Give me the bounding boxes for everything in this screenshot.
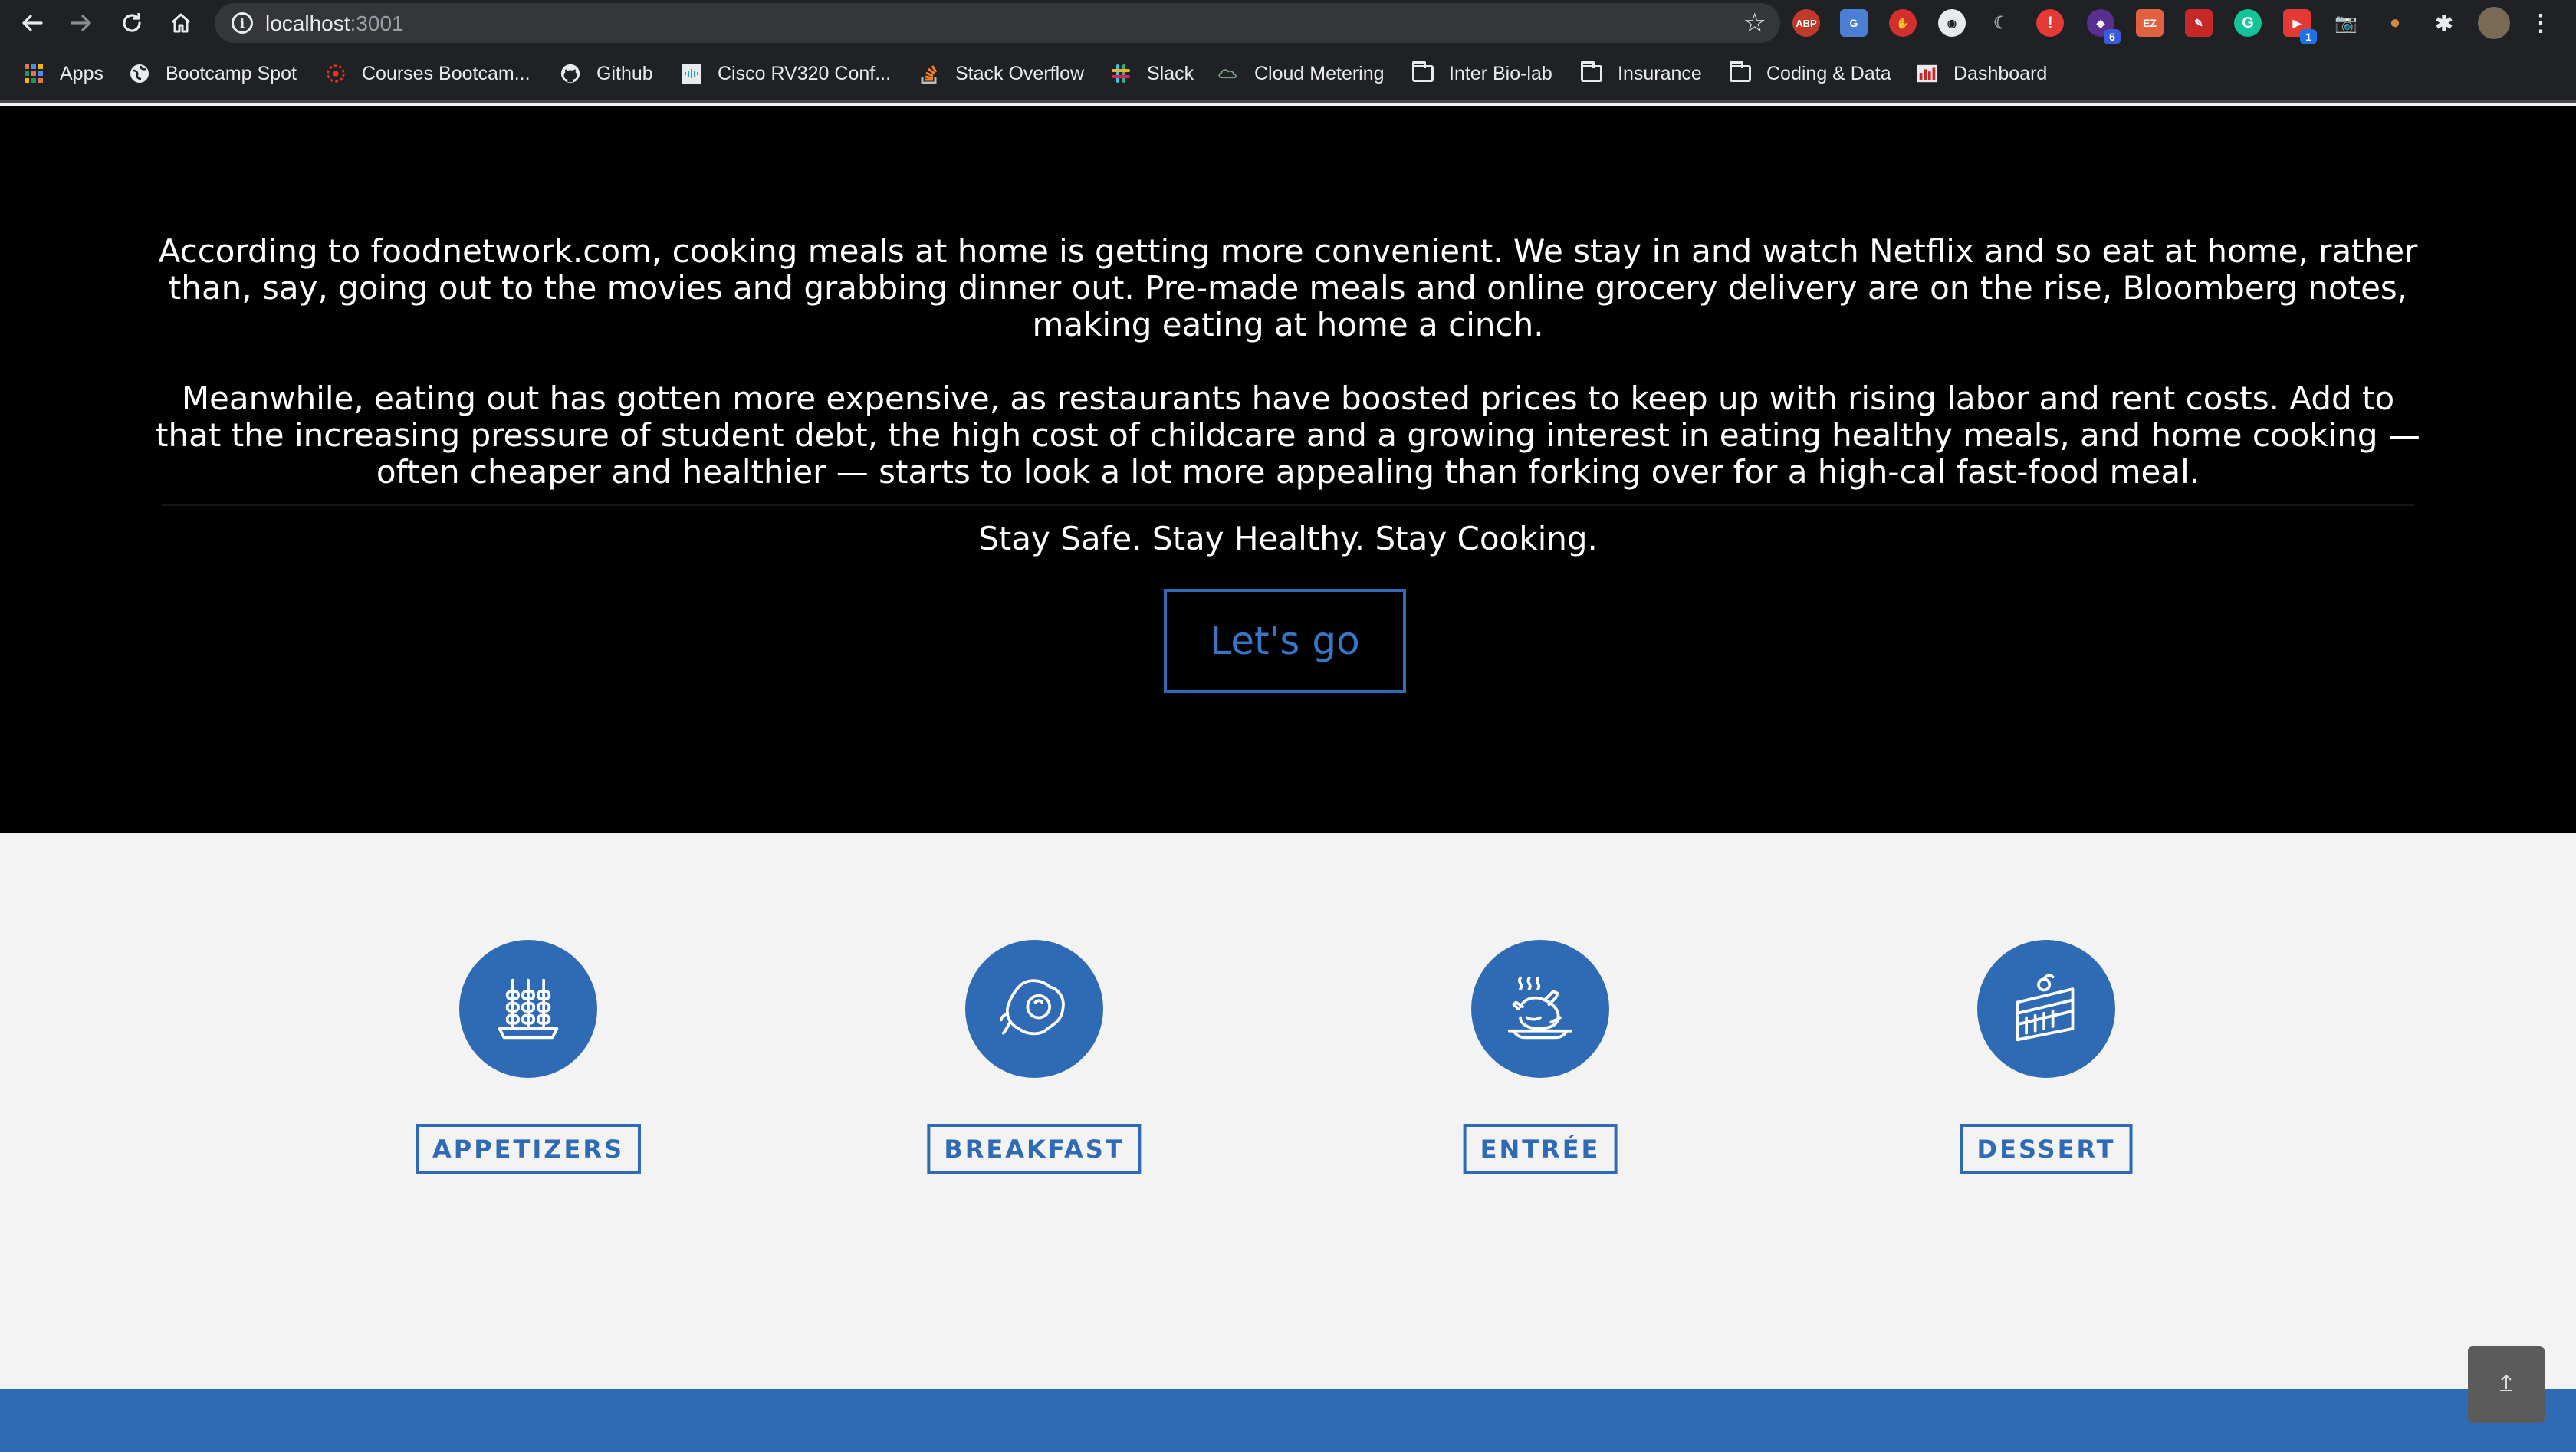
category-breakfast: BREAKFAST <box>904 940 1165 1178</box>
puzzle-extensions-icon[interactable]: ✱ <box>2430 9 2458 37</box>
roast-chicken-icon[interactable] <box>1471 940 1609 1078</box>
bookmark-star-icon[interactable]: ☆ <box>1743 8 1766 38</box>
hero-divider <box>161 504 2415 506</box>
url-text: localhost:3001 <box>265 11 404 36</box>
lets-go-button[interactable]: Let's go <box>1164 589 1406 693</box>
video-extension-badge: 1 <box>2300 29 2317 44</box>
grammarly-icon[interactable]: G <box>2234 9 2262 37</box>
bookmark-label: Github <box>596 62 653 84</box>
category-dessert: DESSERT <box>1916 940 2177 1178</box>
bookmark-cisco-rv320[interactable]: Cisco RV320 Conf... <box>681 60 891 87</box>
bookmark-apps[interactable]: Apps <box>23 60 104 87</box>
stop-hand-icon[interactable]: ✋ <box>1889 9 1917 37</box>
bookmark-dashboard[interactable]: Dashboard <box>1917 60 2047 87</box>
back-arrow-icon[interactable] <box>14 5 51 41</box>
menu-dots-icon[interactable]: ⋮ <box>2527 9 2555 37</box>
appetizers-button[interactable]: APPETIZERS <box>415 1124 642 1174</box>
forward-arrow-icon[interactable] <box>63 5 100 41</box>
bookmark-stack-overflow[interactable]: Stack Overflow <box>918 60 1084 87</box>
breakfast-button[interactable]: BREAKFAST <box>927 1124 1142 1174</box>
bookmark-bootcamp-spot[interactable]: Bootcamp Spot <box>129 60 297 87</box>
globe-icon <box>129 63 150 84</box>
bookmark-github[interactable]: Github <box>560 60 653 87</box>
adblock-plus-label: ABP <box>1796 17 1817 29</box>
bookmark-inter-bio-lab[interactable]: Inter Bio-lab <box>1412 60 1552 87</box>
github-icon <box>560 63 581 84</box>
bookmark-label: Inter Bio-lab <box>1449 62 1552 84</box>
fried-egg-icon[interactable] <box>965 940 1103 1078</box>
bookmark-label: Insurance <box>1618 62 1702 84</box>
bookmark-label: Courses Bootcam... <box>362 62 531 84</box>
category-appetizers: APPETIZERS <box>398 940 659 1178</box>
reload-icon[interactable] <box>113 5 150 41</box>
purple-extension-badge: 6 <box>2104 29 2121 44</box>
bookmark-insurance[interactable]: Insurance <box>1581 60 1702 87</box>
cloud-metering-icon <box>1217 63 1239 84</box>
bookmark-coding-data[interactable]: Coding & Data <box>1730 60 1891 87</box>
hero-paragraph-2: Meanwhile, eating out has gotten more ex… <box>156 379 2420 491</box>
slack-icon <box>1110 63 1132 84</box>
moon-extension-icon[interactable]: ☾ <box>1987 9 2015 37</box>
hero-paragraph-1: According to foodnetwork.com, cooking me… <box>158 232 2418 343</box>
folder-icon <box>1412 61 1434 84</box>
cisco-icon <box>681 63 702 84</box>
folder-icon <box>1730 61 1751 84</box>
browser-toolbar: i localhost:3001 ☆ ABP G ✋ ◉ ☾ ! ◆ 6 EZ ✎… <box>0 0 2576 46</box>
bookmark-label: Cloud Metering <box>1254 62 1385 84</box>
folder-icon <box>1581 61 1602 84</box>
pdf-extension-icon[interactable]: ✎ <box>2185 9 2213 37</box>
dashboard-icon <box>1917 63 1938 84</box>
bookmark-label: Apps <box>60 62 104 84</box>
scroll-to-top-button[interactable] <box>2468 1346 2545 1423</box>
site-info-icon[interactable]: i <box>232 12 253 34</box>
bookmarks-bar: Apps Bootcamp Spot Courses Bootcam... Gi… <box>0 46 2576 103</box>
hero-section: According to foodnetwork.com, cooking me… <box>0 106 2576 833</box>
google-translate-icon[interactable]: G <box>1840 9 1868 37</box>
purple-extension-icon[interactable]: ◆ 6 <box>2087 9 2121 44</box>
entree-button[interactable]: ENTRÉE <box>1463 1124 1618 1174</box>
url-port: :3001 <box>350 11 404 35</box>
home-icon[interactable] <box>163 5 199 41</box>
bookmark-label: Stack Overflow <box>955 62 1085 84</box>
address-bar[interactable]: i localhost:3001 ☆ <box>215 3 1780 43</box>
circle-extension-icon[interactable]: ◉ <box>1938 9 1966 37</box>
url-host: localhost <box>265 11 350 35</box>
video-extension-icon[interactable]: ▶ 1 <box>2283 9 2317 44</box>
bookmark-label: Coding & Data <box>1766 62 1891 84</box>
wheel-icon <box>325 63 347 84</box>
footer-bar <box>0 1389 2576 1452</box>
apps-grid-icon <box>23 63 44 84</box>
bookmark-label: Bootcamp Spot <box>166 62 297 84</box>
profile-avatar[interactable] <box>2478 7 2510 39</box>
adblock-plus-icon[interactable]: ABP <box>1792 9 1820 37</box>
alert-extension-icon[interactable]: ! <box>2036 9 2064 37</box>
bookmark-cloud-metering[interactable]: Cloud Metering <box>1217 60 1385 87</box>
dessert-button[interactable]: DESSERT <box>1960 1124 2133 1174</box>
ez-extension-icon[interactable]: EZ <box>2136 9 2164 37</box>
cookie-extension-icon[interactable]: ● <box>2381 9 2409 37</box>
bookmark-label: Dashboard <box>1953 62 2048 84</box>
camera-extension-icon[interactable]: 📷 <box>2332 9 2360 37</box>
skewers-icon[interactable] <box>459 940 597 1078</box>
hero-tagline: Stay Safe. Stay Healthy. Stay Cooking. <box>978 520 1598 557</box>
bookmark-label: Cisco RV320 Conf... <box>718 62 892 84</box>
category-entree: ENTRÉE <box>1410 940 1671 1178</box>
stackoverflow-icon <box>918 63 940 84</box>
arrow-up-icon <box>2497 1372 2515 1398</box>
bookmark-slack[interactable]: Slack <box>1110 60 1194 87</box>
bookmark-label: Slack <box>1147 62 1194 84</box>
bookmark-courses-bootcamp[interactable]: Courses Bootcam... <box>325 60 531 87</box>
cake-slice-icon[interactable] <box>1977 940 2115 1078</box>
